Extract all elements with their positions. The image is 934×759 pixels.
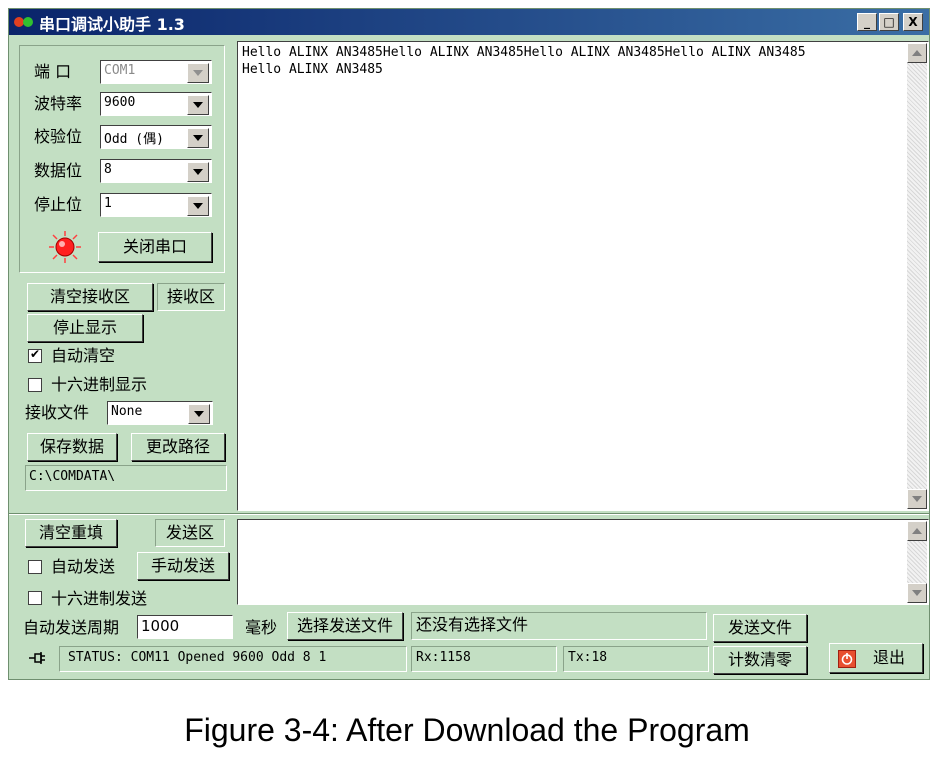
send-scroll-down-arrow-icon[interactable] — [907, 583, 927, 603]
title-bar[interactable]: 串口调试小助手 1.3 _ □ X — [9, 9, 929, 35]
port-dropdown-arrow-icon[interactable] — [187, 63, 209, 83]
parity-select[interactable]: Odd (偶) — [100, 125, 212, 149]
figure-caption: Figure 3-4: After Download the Program — [184, 712, 750, 748]
auto-clear-label: 自动清空 — [51, 346, 116, 365]
ms-label: 毫秒 — [245, 618, 278, 637]
manual-send-button[interactable]: 手动发送 — [137, 552, 229, 580]
rx-count: Rx:1158 — [411, 646, 557, 672]
auto-send-checkbox[interactable] — [28, 560, 42, 574]
scroll-down-arrow-icon[interactable] — [907, 489, 927, 509]
receive-text-line-2: Hello ALINX AN3485 — [242, 62, 383, 77]
receive-textarea[interactable]: Hello ALINX AN3485Hello ALINX AN3485Hell… — [237, 41, 929, 511]
power-icon — [838, 650, 856, 668]
port-select[interactable]: COM1 — [100, 60, 212, 84]
hex-send-label: 十六进制发送 — [51, 589, 148, 608]
app-icon — [14, 17, 33, 27]
stopbits-select[interactable]: 1 — [100, 193, 212, 217]
baud-dropdown-arrow-icon[interactable] — [187, 95, 209, 115]
scroll-up-arrow-icon[interactable] — [907, 43, 927, 63]
port-label: 端 口 — [34, 62, 72, 81]
receive-file-dropdown-arrow-icon[interactable] — [188, 404, 210, 424]
send-file-button[interactable]: 发送文件 — [713, 614, 807, 642]
auto-send-label: 自动发送 — [51, 557, 116, 576]
receive-scrollbar[interactable] — [907, 43, 927, 509]
send-scroll-up-arrow-icon[interactable] — [907, 521, 927, 541]
receive-text-line-1: Hello ALINX AN3485Hello ALINX AN3485Hell… — [242, 45, 806, 60]
baud-select[interactable]: 9600 — [100, 92, 212, 116]
send-scrollbar[interactable] — [907, 521, 927, 603]
port-settings-group: 端 口 COM1 波特率 9600 校验位 Odd (偶) 数据位 8 停止位 … — [19, 45, 225, 273]
change-path-button[interactable]: 更改路径 — [131, 433, 225, 461]
close-button[interactable]: X — [903, 13, 923, 31]
app-window: 串口调试小助手 1.3 _ □ X 端 口 COM1 波特率 9600 校验位 … — [8, 8, 930, 680]
auto-clear-checkbox[interactable] — [28, 347, 42, 363]
stopbits-label: 停止位 — [34, 195, 83, 214]
reset-count-button[interactable]: 计数清零 — [713, 646, 807, 674]
clear-send-button[interactable]: 清空重填 — [25, 519, 117, 547]
section-divider — [9, 513, 929, 515]
parity-dropdown-arrow-icon[interactable] — [187, 128, 209, 148]
hex-send-checkbox[interactable] — [28, 591, 42, 605]
period-input[interactable]: 1000 — [137, 615, 233, 639]
clear-receive-button[interactable]: 清空接收区 — [27, 283, 153, 311]
stopbits-dropdown-arrow-icon[interactable] — [187, 196, 209, 216]
databits-select[interactable]: 8 — [100, 159, 212, 183]
send-textarea[interactable] — [237, 519, 929, 605]
period-label: 自动发送周期 — [23, 618, 120, 637]
save-data-button[interactable]: 保存数据 — [27, 433, 117, 461]
send-file-status: 还没有选择文件 — [411, 612, 707, 640]
port-status-led-icon — [49, 231, 81, 263]
tx-count: Tx:18 — [563, 646, 709, 672]
close-port-button[interactable]: 关闭串口 — [98, 232, 212, 262]
status-text: STATUS: COM11 Opened 9600 Odd 8 1 — [59, 646, 407, 672]
maximize-button[interactable]: □ — [879, 13, 899, 31]
select-send-file-button[interactable]: 选择发送文件 — [287, 612, 403, 640]
exit-button[interactable]: 退出 — [829, 643, 923, 673]
receive-file-label: 接收文件 — [25, 403, 90, 422]
exit-label: 退出 — [872, 648, 905, 667]
save-path-field: C:\COMDATA\ — [25, 465, 227, 491]
databits-label: 数据位 — [34, 161, 83, 180]
parity-label: 校验位 — [34, 127, 83, 146]
baud-label: 波特率 — [34, 94, 83, 113]
databits-dropdown-arrow-icon[interactable] — [187, 162, 209, 182]
minimize-button[interactable]: _ — [857, 13, 877, 31]
send-area-label: 发送区 — [155, 519, 225, 547]
pin-icon[interactable] — [27, 649, 47, 667]
receive-file-select[interactable]: None — [107, 401, 213, 425]
receive-area-label: 接收区 — [157, 283, 225, 311]
window-title: 串口调试小助手 1.3 — [39, 15, 185, 34]
stop-display-button[interactable]: 停止显示 — [27, 314, 143, 342]
hex-display-checkbox[interactable] — [28, 378, 42, 392]
hex-display-label: 十六进制显示 — [51, 375, 148, 394]
